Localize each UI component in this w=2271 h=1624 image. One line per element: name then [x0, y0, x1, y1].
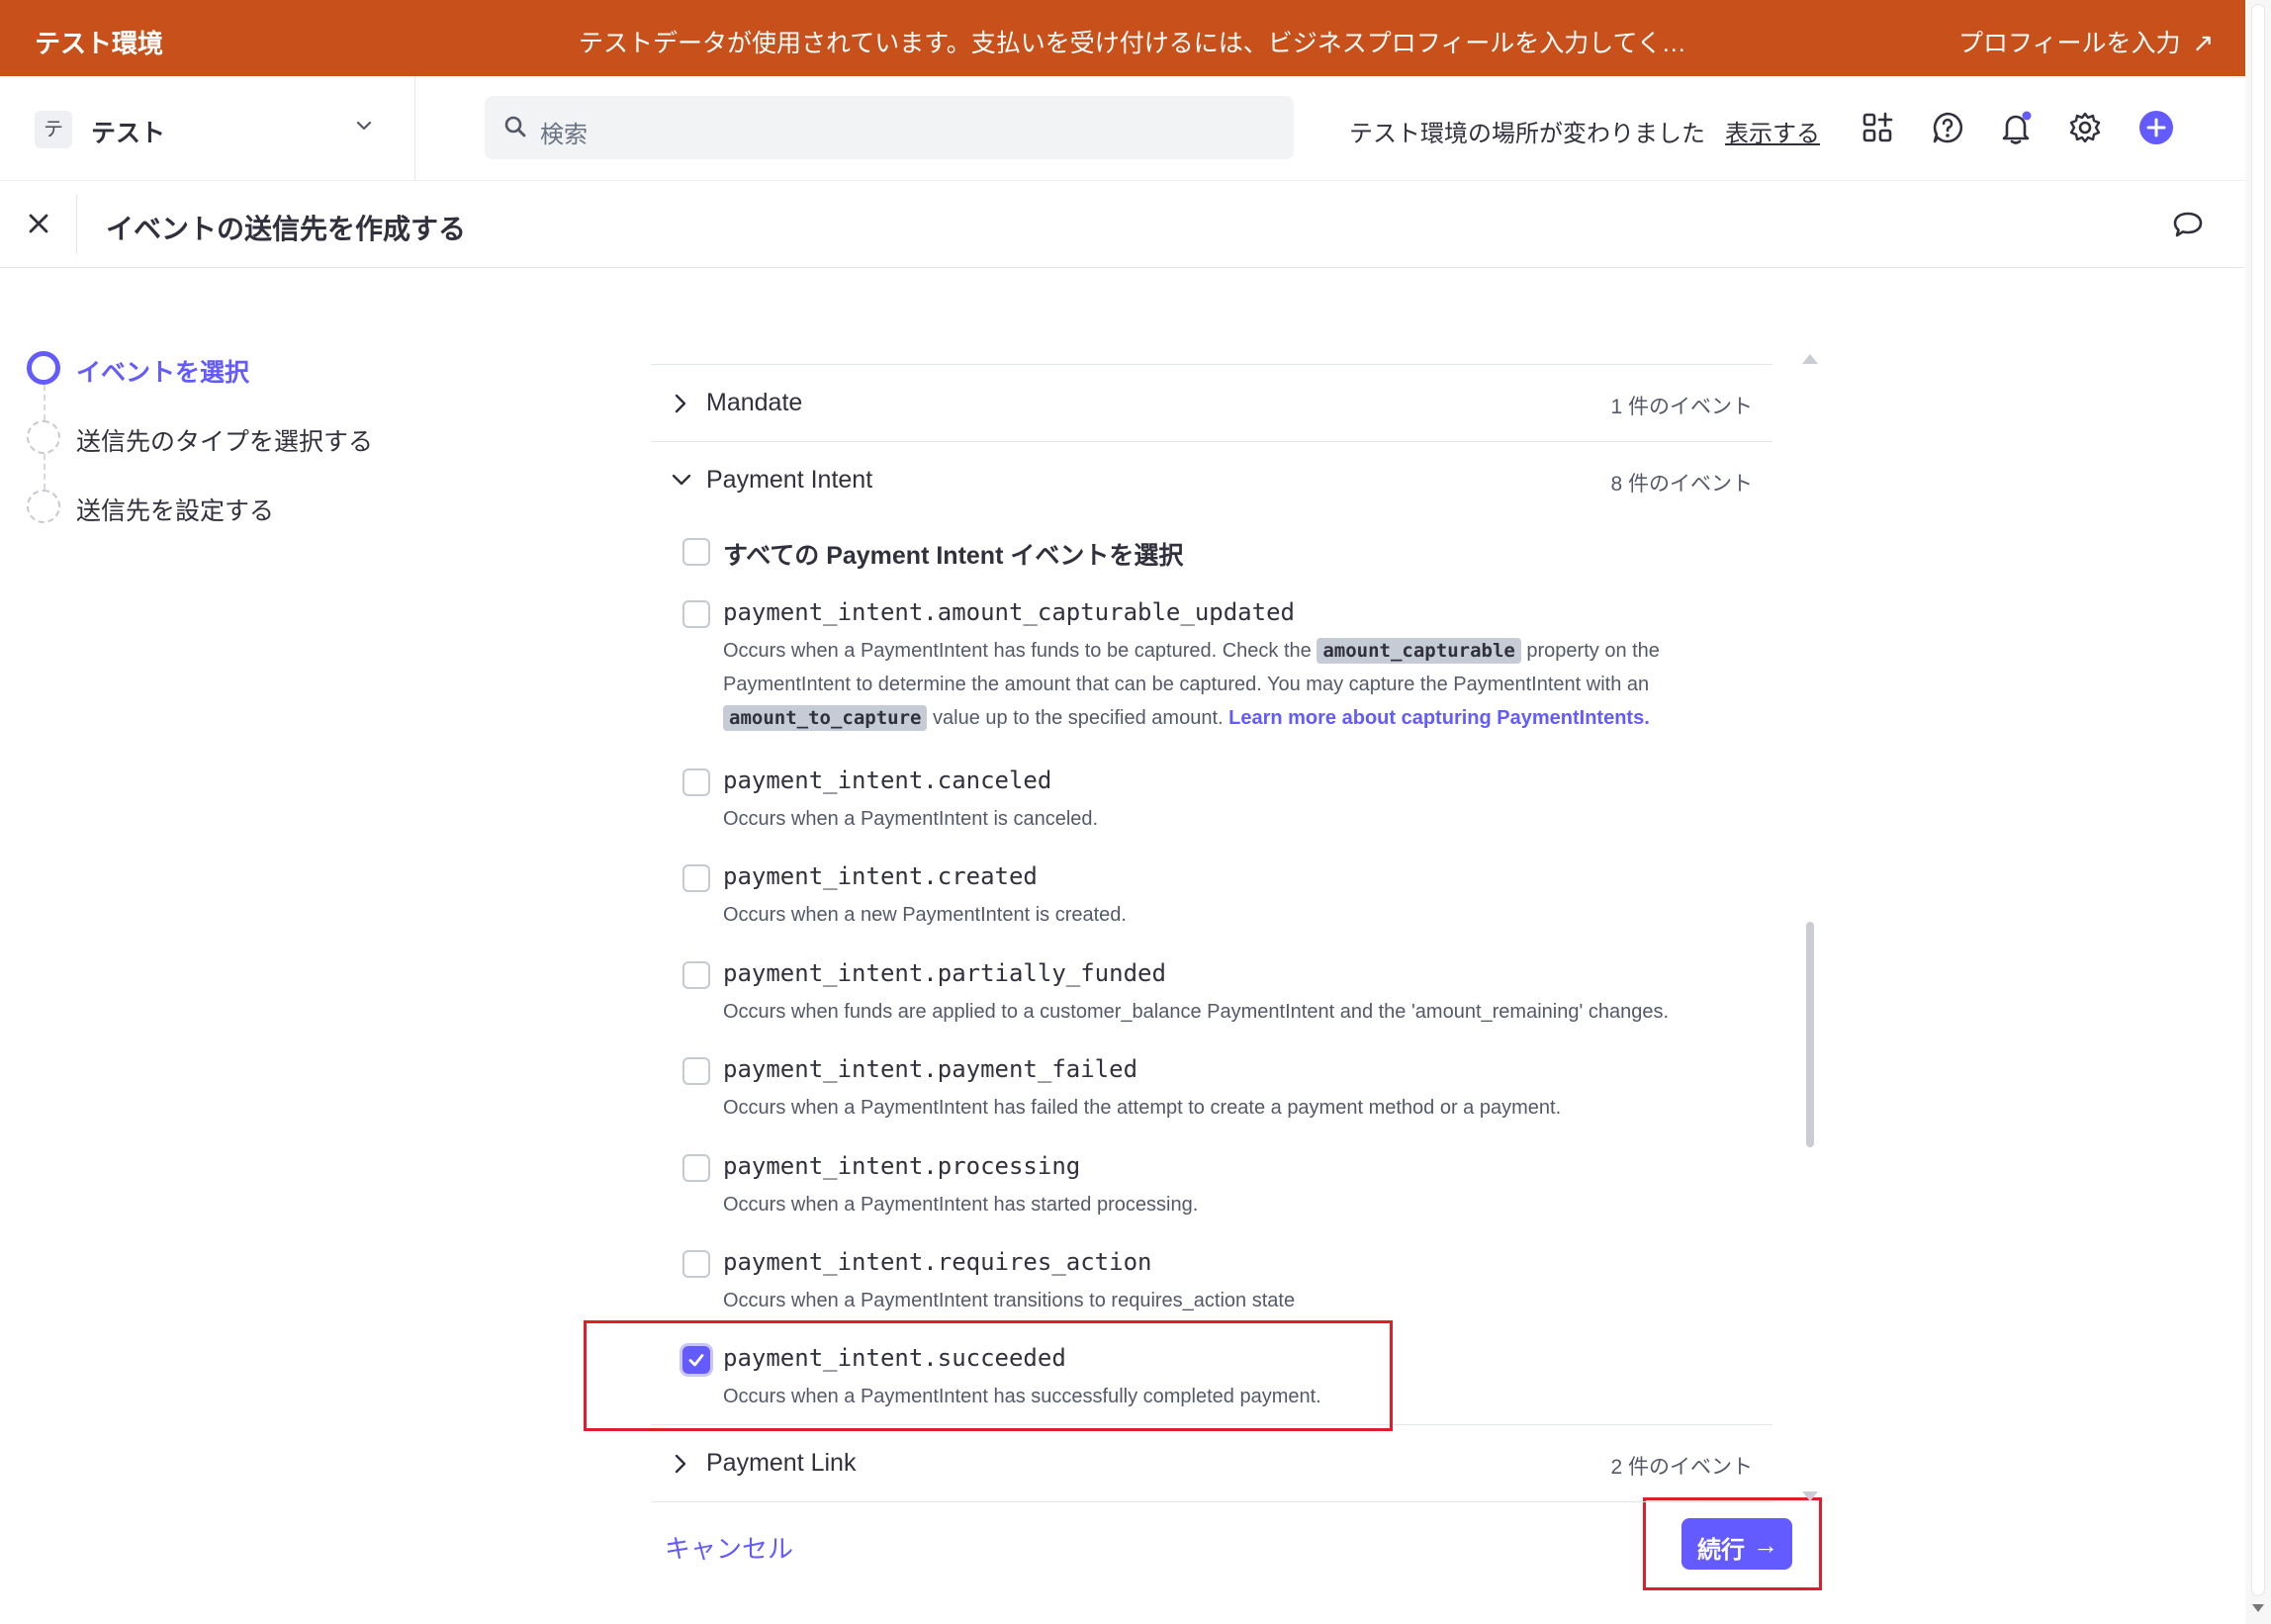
group-name: Payment Intent	[706, 466, 873, 494]
profile-link[interactable]: プロフィールを入力 ↗	[1958, 24, 2214, 59]
gear-icon[interactable]	[2067, 110, 2103, 145]
group-payment-link[interactable]: Payment Link 2 件のイベント	[651, 1424, 1772, 1501]
inline-code: amount_capturable	[1317, 638, 1521, 664]
test-mode-banner: テスト環境 テストデータが使用されています。支払いを受け付けるには、ビジネスプロ…	[0, 0, 2245, 76]
chevron-right-icon	[675, 1454, 686, 1474]
env-show-link[interactable]: 表示する	[1725, 114, 1820, 148]
event-checkbox[interactable]	[682, 864, 710, 892]
step-label: イベントを選択	[76, 359, 250, 387]
search-icon	[504, 116, 526, 137]
event-name: payment_intent.requires_action	[723, 1248, 1152, 1276]
group-count: 1 件のイベント	[1610, 396, 1753, 418]
desc-text: Occurs when a PaymentIntent has funds to…	[723, 640, 1312, 662]
banner-message: テストデータが使用されています。支払いを受け付けるには、ビジネスプロフィールを入…	[579, 30, 1686, 57]
scroll-down-arrow[interactable]	[1802, 1491, 1818, 1501]
window-scroll-down-arrow[interactable]	[2252, 1604, 2264, 1612]
event-checkbox[interactable]	[682, 768, 710, 796]
step-connector	[44, 385, 45, 420]
profile-link-label: プロフィールを入力	[1958, 30, 2181, 57]
page-header: イベントの送信先を作成する	[0, 181, 2245, 268]
select-all-checkbox[interactable]	[682, 538, 710, 566]
group-count: 2 件のイベント	[1610, 1456, 1753, 1479]
page-title: イベントの送信先を作成する	[106, 214, 467, 244]
event-name: payment_intent.processing	[723, 1152, 1081, 1180]
event-checkbox[interactable]	[682, 600, 710, 628]
step-connector	[44, 454, 45, 490]
group-payment-intent[interactable]: Payment Intent 8 件のイベント	[651, 441, 1772, 518]
event-description: Occurs when a PaymentIntent transitions …	[723, 1290, 1296, 1311]
desc-text: value up to the specified amount.	[933, 707, 1224, 729]
event-name: payment_intent.partially_funded	[723, 959, 1166, 987]
feedback-icon[interactable]	[2172, 211, 2204, 238]
step-indicator	[27, 351, 60, 385]
search-placeholder: 検索	[540, 122, 588, 148]
search-input[interactable]: 検索	[485, 96, 1294, 159]
step-indicator	[27, 420, 60, 454]
event-name: payment_intent.canceled	[723, 767, 1052, 794]
event-checkbox[interactable]	[682, 961, 710, 989]
env-label: テスト環境	[35, 29, 164, 58]
account-name: テスト	[91, 120, 166, 147]
step-label: 送信先のタイプを選択する	[76, 428, 374, 456]
step-label: 送信先を設定する	[76, 497, 275, 525]
scroll-up-arrow[interactable]	[1802, 354, 1818, 364]
event-description: Occurs when a new PaymentIntent is creat…	[723, 904, 1127, 926]
divider	[76, 195, 77, 254]
group-mandate[interactable]: Mandate 1 件のイベント	[651, 364, 1772, 441]
chevron-right-icon	[675, 394, 686, 413]
window-scroll-thumb[interactable]	[2251, 4, 2265, 1596]
app-header: テ テスト 検索 テスト環境の場所が変わりました 表示する	[0, 76, 2245, 181]
arrow-right-icon: →	[1753, 1530, 1778, 1560]
event-description: Occurs when a PaymentIntent has failed t…	[723, 1097, 1562, 1119]
plus-icon[interactable]	[2138, 110, 2174, 145]
account-switcher[interactable]: テ テスト	[0, 76, 415, 181]
event-description: Occurs when a PaymentIntent is canceled.	[723, 808, 1099, 830]
external-arrow-icon: ↗	[2192, 28, 2215, 57]
group-name: Mandate	[706, 389, 803, 416]
event-checkbox[interactable]	[682, 1250, 710, 1278]
highlight-selected-event	[584, 1320, 1393, 1431]
group-count: 8 件のイベント	[1610, 473, 1753, 496]
learn-more-link[interactable]: Learn more about capturing PaymentIntent…	[1228, 707, 1650, 729]
event-checkbox[interactable]	[682, 1057, 710, 1085]
chevron-down-icon	[356, 121, 372, 131]
group-name: Payment Link	[706, 1449, 857, 1477]
event-name: payment_intent.created	[723, 862, 1038, 890]
bell-icon[interactable]	[1998, 110, 2034, 145]
event-description: Occurs when a PaymentIntent has funds to…	[723, 634, 1732, 735]
cancel-button[interactable]: キャンセル	[665, 1529, 793, 1566]
chevron-down-icon	[672, 474, 691, 486]
help-icon[interactable]	[1930, 110, 1965, 145]
account-avatar: テ	[35, 111, 72, 148]
event-checkbox[interactable]	[682, 1154, 710, 1182]
continue-button[interactable]: 続行 →	[1681, 1518, 1792, 1570]
event-name: payment_intent.payment_failed	[723, 1055, 1138, 1083]
event-description: Occurs when a PaymentIntent has started …	[723, 1194, 1199, 1216]
event-name: payment_intent.amount_capturable_updated	[723, 598, 1295, 626]
event-description: Occurs when funds are applied to a custo…	[723, 1001, 1669, 1023]
env-moved-note: テスト環境の場所が変わりました	[1349, 121, 1705, 147]
select-all-label: すべての Payment Intent イベントを選択	[723, 542, 1184, 570]
apps-icon[interactable]	[1860, 110, 1895, 145]
step-indicator	[27, 490, 60, 523]
footer-divider	[651, 1501, 1772, 1502]
close-icon[interactable]	[26, 211, 51, 236]
continue-label: 続行	[1697, 1537, 1745, 1564]
panel-scrollbar[interactable]	[1806, 922, 1814, 1147]
inline-code: amount_to_capture	[723, 705, 928, 731]
window-scrollbar[interactable]	[2245, 0, 2271, 1624]
